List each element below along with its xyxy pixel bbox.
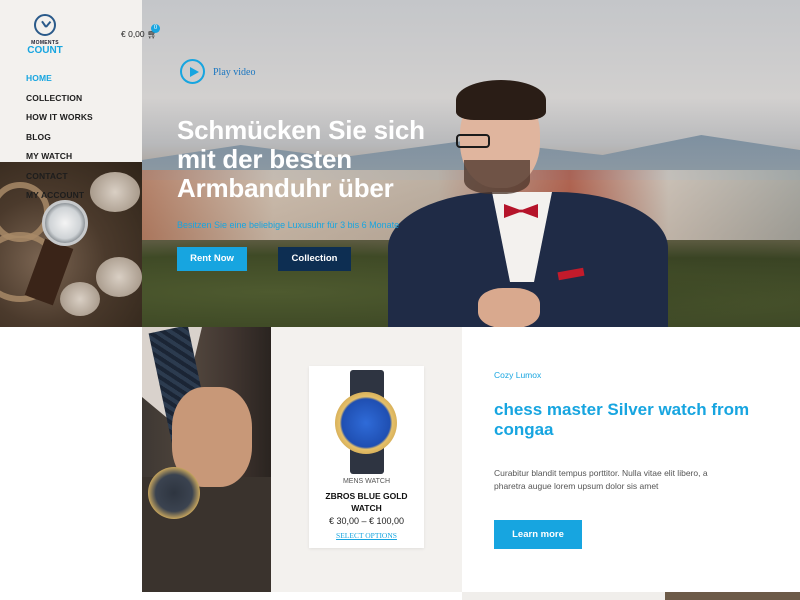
product-name[interactable]: ZBROS BLUE GOLD WATCH [317,490,416,514]
nav-item-how-it-works[interactable]: HOW IT WORKS [26,112,93,132]
bottom-photo [665,592,800,600]
nav-item-collection[interactable]: COLLECTION [26,93,93,113]
nav-item-contact[interactable]: CONTACT [26,171,93,191]
select-options-link[interactable]: SELECT OPTIONS [309,531,424,540]
shell-shape [60,282,100,316]
hair-shape [456,80,546,120]
rent-now-button[interactable]: Rent Now [177,247,247,271]
tie-watch-photo [142,327,271,592]
product-price: € 30,00 – € 100,00 [328,516,405,526]
hero-banner: Play video Schmücken Sie sich mit der be… [142,0,800,327]
watch-face [335,392,397,454]
shell-shape [96,257,142,297]
hero-title: Schmücken Sie sich mit der besten Armban… [177,115,425,203]
clock-icon [34,14,56,36]
feature-brand: Cozy Lumox [494,370,542,380]
hero-subtitle: Besitzen Sie eine beliebige Luxusuhr für… [177,220,400,230]
learn-more-button[interactable]: Learn more [494,520,582,549]
page: MOMENTS COUNT HOME COLLECTION HOW IT WOR… [0,0,800,600]
feature-text: Curabitur blandit tempus porttitor. Null… [494,468,708,491]
shell-shape [90,172,140,212]
logo-bottom-text: COUNT [27,45,63,56]
product-category[interactable]: MENS WATCH [309,478,424,485]
nav-item-my-watch[interactable]: MY WATCH [26,151,93,171]
nav-item-my-account[interactable]: MY ACCOUNT [26,190,93,210]
product-card[interactable]: MENS WATCH ZBROS BLUE GOLD WATCH € 30,00… [309,366,424,548]
cart-count-badge: 0 [151,24,160,33]
product-section: MENS WATCH ZBROS BLUE GOLD WATCH € 30,00… [271,327,462,592]
sidebar: MOMENTS COUNT HOME COLLECTION HOW IT WOR… [0,0,142,327]
nav-item-blog[interactable]: BLOG [26,132,93,152]
wrist-watch-shape [148,467,200,519]
collection-button[interactable]: Collection [278,247,351,271]
cart-total: € 0,00 [121,29,145,39]
play-icon[interactable] [180,59,205,84]
beard-shape [464,160,530,194]
site-logo[interactable]: MOMENTS COUNT [22,14,68,56]
product-image[interactable] [327,366,407,476]
hand-shape [478,288,540,327]
feature-section: Cozy Lumox chess master Silver watch fro… [462,327,800,592]
play-video-link[interactable]: Play video [213,67,256,78]
feature-title: chess master Silver watch from congaa [494,400,750,439]
main-nav: HOME COLLECTION HOW IT WORKS BLOG MY WAT… [26,73,93,210]
nav-item-home[interactable]: HOME [26,73,93,93]
